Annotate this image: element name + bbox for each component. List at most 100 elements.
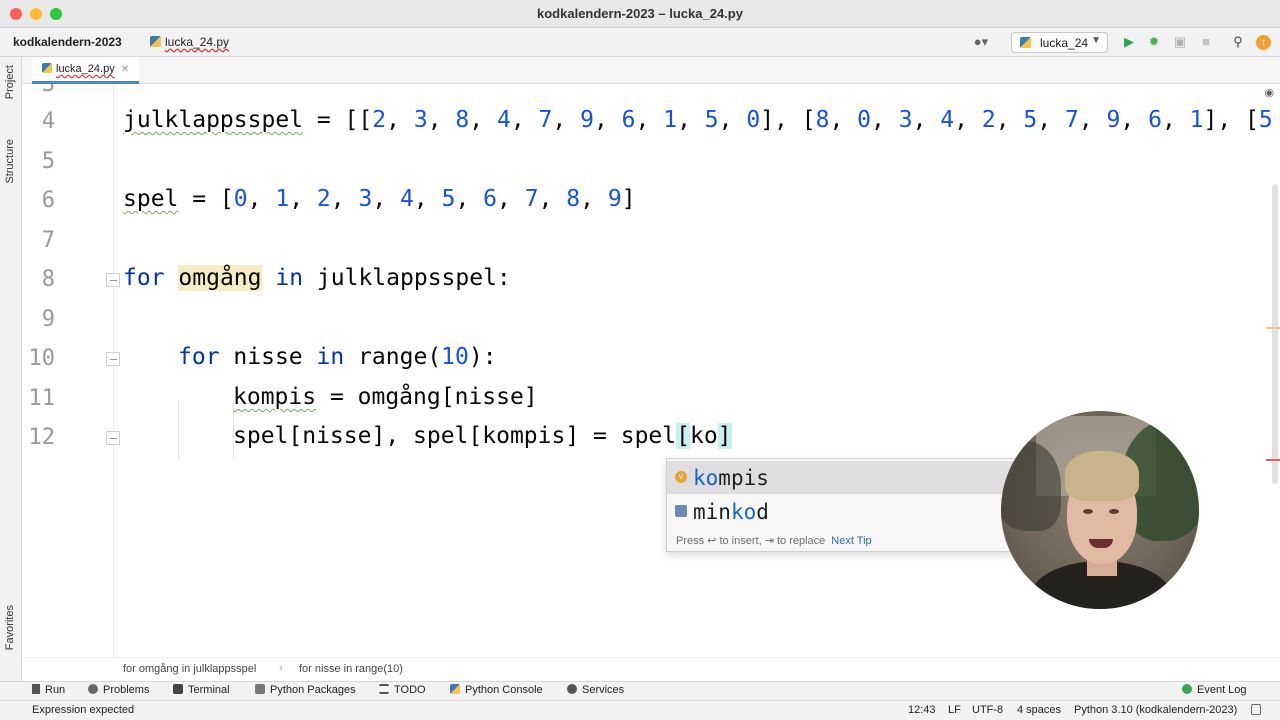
code-rest: = omgång[nisse]: [316, 384, 538, 410]
breadcrumb-item[interactable]: for nisse in range(10): [299, 663, 403, 675]
user-icon[interactable]: ●▾: [968, 34, 994, 50]
stop-icon[interactable]: ■: [1198, 34, 1214, 50]
python-packages-tool-button[interactable]: Python Packages: [255, 684, 356, 696]
indent-setting[interactable]: 4 spaces: [1017, 704, 1061, 716]
run-icon: [32, 684, 40, 694]
code-line: 10 for nisse in range(10):: [22, 340, 1280, 380]
status-message: Expression expected: [32, 704, 135, 716]
caret-position[interactable]: 12:43: [908, 704, 936, 716]
search-icon[interactable]: ⚲: [1230, 34, 1246, 50]
event-log-icon: [1182, 684, 1192, 694]
fold-marker[interactable]: [106, 273, 120, 287]
todo-tool-button[interactable]: TODO: [379, 684, 426, 696]
window-title: kodkalendern-2023 – lucka_24.py: [537, 6, 743, 21]
line-number: 7: [41, 228, 55, 253]
code-text: for omgång in julklappsspel:: [123, 265, 511, 291]
line-number: 5: [41, 149, 55, 174]
code-text: kompis = omgång[nisse]: [233, 384, 538, 410]
bracket-match: ]: [717, 423, 732, 449]
navigation-bar: kodkalendern-2023 lucka_24.py ●▾ lucka_2…: [0, 28, 1280, 57]
builtin-call: range(: [358, 344, 442, 370]
keyword: in: [275, 265, 304, 291]
run-config-selector[interactable]: lucka_24 ▼: [1011, 32, 1108, 53]
line-separator[interactable]: LF: [948, 704, 961, 716]
variable-icon: v: [675, 471, 687, 483]
nav-project[interactable]: kodkalendern-2023: [13, 35, 122, 49]
todo-icon: [379, 684, 389, 694]
python-console-icon: [450, 684, 460, 694]
run-tool-button[interactable]: Run: [32, 684, 65, 696]
identifier: julklappsspel:: [316, 265, 511, 291]
fold-marker[interactable]: [106, 352, 120, 366]
close-icon[interactable]: ✕: [121, 64, 129, 75]
favorites-tool-button[interactable]: Favorites: [4, 605, 16, 650]
code-line: 5: [22, 143, 1280, 183]
code-breadcrumb: for omgång in julklappsspel › for nisse …: [22, 657, 1280, 681]
identifier: kompis: [233, 384, 317, 410]
module-icon: [675, 505, 687, 517]
status-bar: Expression expected 12:43 LF UTF-8 4 spa…: [0, 700, 1280, 720]
code-line: 4 julklappsspel = [[2, 3, 8, 4, 7, 9, 6,…: [22, 103, 1280, 143]
completion-label: minkod: [693, 500, 769, 524]
python-file-icon: [42, 63, 52, 73]
services-icon: [567, 684, 577, 694]
tab-lucka-24[interactable]: lucka_24.py ✕: [32, 57, 140, 84]
packages-icon: [255, 684, 265, 694]
terminal-tool-button[interactable]: Terminal: [173, 684, 230, 696]
breadcrumb-item[interactable]: for omgång in julklappsspel: [123, 663, 256, 675]
structure-tool-button[interactable]: Structure: [4, 139, 16, 184]
fold-marker[interactable]: [106, 431, 120, 445]
title-bar: kodkalendern-2023 – lucka_24.py: [0, 0, 1280, 28]
terminal-icon: [173, 684, 183, 694]
breadcrumb-separator: ›: [279, 662, 283, 674]
code-punct: = [: [178, 186, 234, 212]
update-icon[interactable]: ↑: [1256, 35, 1271, 50]
coverage-icon[interactable]: ▣: [1172, 34, 1188, 50]
identifier-highlight: omgång: [178, 265, 262, 291]
keyword: for: [178, 344, 220, 370]
scroll-marker-error: [1266, 459, 1280, 461]
code-text: spel = [0, 1, 2, 3, 4, 5, 6, 7, 8, 9]: [123, 186, 636, 212]
line-number: 10: [28, 346, 56, 371]
problems-tool-button[interactable]: Problems: [88, 684, 149, 696]
identifier: spel: [123, 186, 179, 212]
nav-file-label: lucka_24.py: [165, 35, 230, 49]
project-tool-button[interactable]: Project: [4, 65, 16, 99]
nav-file[interactable]: lucka_24.py: [150, 35, 229, 49]
run-icon[interactable]: ▶: [1121, 34, 1137, 50]
chevron-down-icon: ▼: [1091, 35, 1101, 46]
code-text: julklappsspel = [[2, 3, 8, 4, 7, 9, 6, 1…: [123, 107, 1273, 133]
code-line: 7: [22, 222, 1280, 262]
line-number: 4: [41, 109, 55, 134]
tab-label: lucka_24.py: [56, 63, 115, 75]
code-punct: ):: [468, 344, 497, 370]
typed-text: ko: [689, 423, 718, 449]
completion-label: kompis: [693, 466, 769, 490]
next-tip-link[interactable]: Next Tip: [831, 535, 871, 547]
webcam-overlay: [1001, 411, 1199, 609]
left-tool-strip: Project Structure Favorites: [0, 57, 22, 681]
lock-icon[interactable]: [1251, 704, 1261, 715]
line-number: 12: [28, 425, 56, 450]
file-encoding[interactable]: UTF-8: [972, 704, 1003, 716]
completion-item[interactable]: minkod: [667, 495, 1015, 528]
identifier: nisse: [233, 344, 303, 370]
tool-window-bar: Run Problems Terminal Python Packages TO…: [0, 681, 1280, 700]
run-config-label: lucka_24: [1040, 36, 1089, 50]
code-text: for nisse in range(10):: [178, 344, 497, 370]
debug-icon[interactable]: ✹: [1146, 34, 1162, 50]
code-line: 8 for omgång in julklappsspel:: [22, 261, 1280, 301]
code-line: 6 spel = [0, 1, 2, 3, 4, 5, 6, 7, 8, 9]: [22, 182, 1280, 222]
services-tool-button[interactable]: Services: [567, 684, 624, 696]
line-number: 6: [41, 188, 55, 213]
line-number: 9: [41, 307, 55, 332]
keyword: in: [316, 344, 345, 370]
line-number: 11: [28, 386, 56, 411]
python-console-tool-button[interactable]: Python Console: [450, 684, 543, 696]
problems-icon: [88, 684, 98, 694]
event-log-tool-button[interactable]: Event Log: [1182, 684, 1247, 696]
python-interpreter[interactable]: Python 3.10 (kodkalendern-2023): [1074, 704, 1237, 716]
completion-item[interactable]: v kompis: [667, 461, 1015, 494]
code-rest: spel[nisse], spel[kompis] = spel: [233, 423, 677, 449]
python-config-icon: [1020, 37, 1031, 48]
